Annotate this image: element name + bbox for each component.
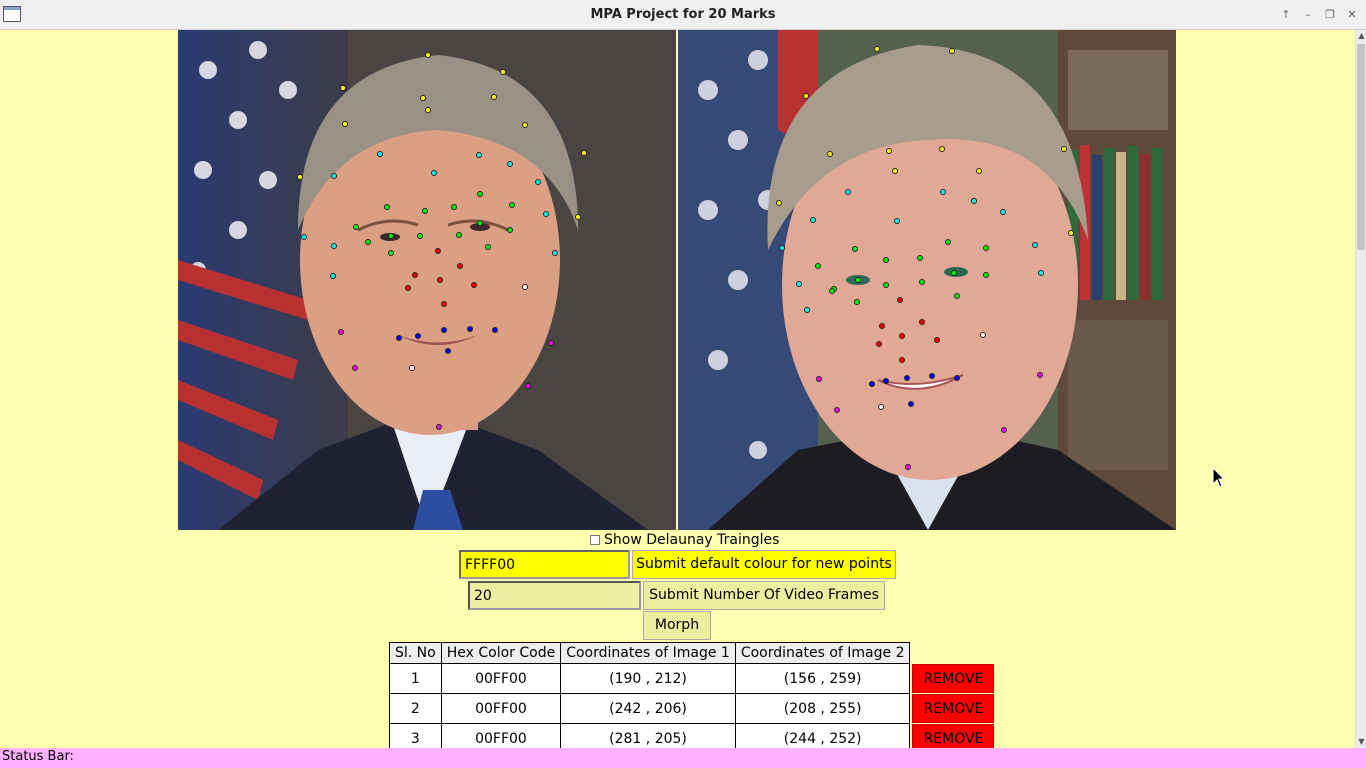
remove-button[interactable]: REMOVE	[912, 694, 995, 723]
delaunay-toggle[interactable]: Show Delaunay Traingles	[590, 532, 779, 548]
cell-sl-no: 3	[389, 723, 442, 748]
table-header-row: Sl. No Hex Color Code Coordinates of Ima…	[389, 642, 995, 664]
cell-img1: (281 , 205)	[560, 723, 736, 748]
cell-remove: REMOVE	[910, 724, 995, 748]
delaunay-label: Show Delaunay Traingles	[604, 532, 780, 548]
face-photo-icon	[678, 30, 1176, 530]
points-table: Sl. No Hex Color Code Coordinates of Ima…	[389, 642, 995, 748]
title-bar: MPA Project for 20 Marks ↑ – ❐ ✕	[0, 0, 1366, 30]
vertical-scrollbar[interactable]: ▲ ▼	[1355, 30, 1366, 748]
cell-sl-no: 2	[389, 693, 442, 724]
scroll-thumb[interactable]	[1357, 44, 1365, 250]
submit-frames-button[interactable]: Submit Number Of Video Frames	[643, 581, 885, 610]
table-row: 2 00FF00 (242 , 206) (208 , 255) REMOVE	[389, 693, 995, 724]
cell-remove: REMOVE	[910, 694, 995, 724]
col-hex-color: Hex Color Code	[440, 642, 562, 664]
cell-hex: 00FF00	[440, 723, 562, 748]
cell-img2: (156 , 259)	[734, 663, 911, 694]
col-actions	[910, 643, 995, 664]
mouse-pointer-icon	[1212, 467, 1226, 488]
window-title: MPA Project for 20 Marks	[590, 7, 776, 22]
scroll-down-icon[interactable]: ▼	[1356, 736, 1366, 748]
main-panel: Show Delaunay Traingles Submit default c…	[0, 30, 1355, 748]
col-image1-coords: Coordinates of Image 1	[560, 642, 736, 664]
remove-button[interactable]: REMOVE	[912, 664, 995, 693]
colour-hex-input[interactable]	[459, 550, 630, 579]
cell-sl-no: 1	[389, 663, 442, 694]
cell-img2: (244 , 252)	[734, 723, 911, 748]
col-sl-no: Sl. No	[389, 642, 442, 664]
window-controls: ↑ – ❐ ✕	[1278, 7, 1360, 23]
submit-colour-button[interactable]: Submit default colour for new points	[632, 550, 896, 579]
minimize-icon[interactable]: –	[1300, 7, 1316, 23]
table-row: 3 00FF00 (281 , 205) (244 , 252) REMOVE	[389, 723, 995, 748]
table-row: 1 00FF00 (190 , 212) (156 , 259) REMOVE	[389, 663, 995, 694]
delaunay-checkbox[interactable]	[590, 535, 600, 545]
close-icon[interactable]: ✕	[1344, 7, 1360, 23]
cell-remove: REMOVE	[910, 664, 995, 694]
cell-img1: (242 , 206)	[560, 693, 736, 724]
remove-button[interactable]: REMOVE	[912, 724, 995, 748]
morph-button[interactable]: Morph	[643, 611, 711, 640]
image-1-canvas[interactable]	[178, 30, 676, 530]
maximize-icon[interactable]: ❐	[1322, 7, 1338, 23]
status-bar: Status Bar:	[0, 748, 1366, 768]
shade-icon[interactable]: ↑	[1278, 7, 1294, 23]
face-photo-icon	[178, 30, 676, 530]
scroll-up-icon[interactable]: ▲	[1356, 30, 1366, 42]
cell-hex: 00FF00	[440, 663, 562, 694]
col-image2-coords: Coordinates of Image 2	[734, 642, 911, 664]
image-2-canvas[interactable]	[678, 30, 1176, 530]
cell-img1: (190 , 212)	[560, 663, 736, 694]
video-frames-input[interactable]	[468, 581, 641, 610]
cell-hex: 00FF00	[440, 693, 562, 724]
cell-img2: (208 , 255)	[734, 693, 911, 724]
